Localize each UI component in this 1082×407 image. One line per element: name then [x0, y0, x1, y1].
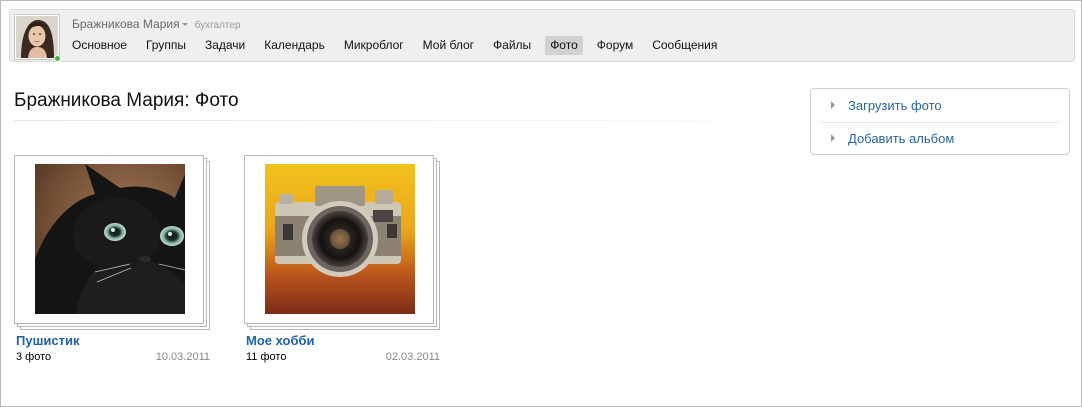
album-title[interactable]: Пушистик — [16, 333, 80, 348]
arrow-right-icon — [831, 134, 835, 142]
avatar-photo — [16, 16, 58, 58]
user-role: бухгалтер — [194, 20, 241, 31]
user-line: Бражникова Мария бухгалтер — [72, 17, 241, 31]
album-cover-frame[interactable] — [14, 155, 204, 324]
avatar[interactable] — [14, 14, 60, 60]
add-album-link[interactable]: Добавить альбом — [848, 131, 954, 146]
album-cover-vintage-camera[interactable] — [265, 164, 415, 314]
nav-tab[interactable]: Основное — [67, 36, 132, 55]
album-photo-count: 11 фото — [246, 351, 287, 363]
page-frame: Бражникова Мария бухгалтер Основное Группы… — [0, 0, 1082, 407]
nav-tab[interactable]: Группы — [141, 36, 191, 55]
album-cover-black-cat[interactable] — [35, 164, 185, 314]
user-name[interactable]: Бражникова Мария — [72, 17, 180, 31]
upload-photo-action[interactable]: Загрузить фото — [811, 89, 1069, 123]
chevron-down-icon[interactable] — [181, 23, 188, 27]
page-title: Бражникова Мария: Фото — [14, 90, 239, 111]
album-date: 02.03.2011 — [385, 351, 440, 363]
nav-tab[interactable]: Фото — [545, 36, 583, 55]
profile-header: Бражникова Мария бухгалтер Основное Группы… — [9, 9, 1075, 62]
actions-panel: Загрузить фото Добавить альбом — [810, 88, 1070, 155]
album-photo-count: 3 фото — [16, 351, 52, 363]
nav-tab[interactable]: Мой блог — [418, 36, 479, 55]
album-card: Мое хобби 11 фото 02.03.2011 — [244, 155, 444, 370]
nav-tab[interactable]: Сообщения — [647, 36, 722, 55]
nav-tab[interactable]: Микроблог — [339, 36, 409, 55]
nav-tab[interactable]: Форум — [592, 36, 638, 55]
nav-tab[interactable]: Календарь — [259, 36, 330, 55]
album-title[interactable]: Мое хобби — [246, 333, 315, 348]
nav-tab[interactable]: Задачи — [200, 36, 250, 55]
album-card: Пушистик 3 фото 10.03.2011 — [14, 155, 214, 370]
arrow-right-icon — [831, 101, 835, 109]
upload-photo-link[interactable]: Загрузить фото — [848, 98, 942, 113]
main-nav: Основное Группы Задачи Календарь Микроблог Мо… — [67, 36, 731, 55]
add-album-action[interactable]: Добавить альбом — [811, 122, 1069, 155]
album-date: 10.03.2011 — [155, 351, 210, 363]
nav-tab[interactable]: Файлы — [488, 36, 536, 55]
album-cover-frame[interactable] — [244, 155, 434, 324]
title-divider — [14, 120, 791, 121]
online-status-icon — [54, 55, 61, 62]
